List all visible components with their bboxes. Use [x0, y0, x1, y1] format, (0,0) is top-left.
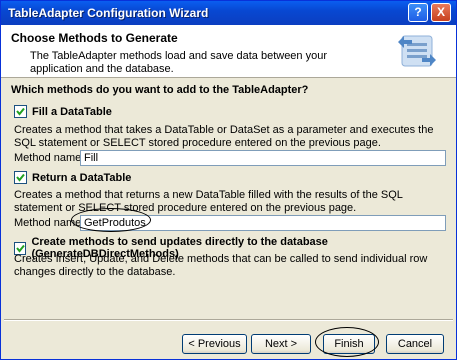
return-datatable-option[interactable]: Return a DataTable [14, 171, 131, 184]
return-datatable-label: Return a DataTable [32, 171, 132, 184]
return-method-name-label: Method name: [14, 217, 85, 229]
fill-datatable-description: Creates a method that takes a DataTable … [14, 124, 434, 149]
fill-datatable-label: Fill a DataTable [32, 105, 112, 118]
window-title: TableAdapter Configuration Wizard [8, 6, 209, 20]
finish-button[interactable]: Finish [323, 334, 375, 354]
fill-method-name-input[interactable]: Fill [80, 150, 446, 166]
fill-method-name-label: Method name: [14, 152, 85, 164]
check-icon [16, 244, 25, 253]
previous-button[interactable]: < Previous [182, 334, 247, 354]
fill-datatable-checkbox[interactable] [14, 105, 27, 118]
close-button[interactable]: X [431, 3, 451, 22]
return-datatable-description: Creates a method that returns a new Data… [14, 189, 403, 214]
direct-methods-description: Creates Insert, Update, and Delete metho… [14, 253, 428, 278]
next-button[interactable]: Next > [251, 334, 311, 354]
page-title: Choose Methods to Generate [11, 31, 178, 45]
page-description: The TableAdapter methods load and save d… [30, 50, 327, 75]
help-button[interactable]: ? [408, 3, 428, 22]
fill-datatable-option[interactable]: Fill a DataTable [14, 105, 112, 118]
wizard-window: TableAdapter Configuration Wizard ? X Ch… [0, 0, 457, 360]
cancel-button[interactable]: Cancel [386, 334, 444, 354]
question-heading: Which methods do you want to add to the … [11, 84, 309, 96]
footer-divider [4, 319, 453, 321]
return-datatable-checkbox[interactable] [14, 171, 27, 184]
check-icon [16, 173, 25, 182]
wizard-content: Which methods do you want to add to the … [1, 79, 456, 319]
title-bar[interactable]: TableAdapter Configuration Wizard ? X [1, 1, 456, 25]
wizard-database-icon [398, 35, 436, 67]
return-method-name-input[interactable]: GetProdutos [80, 215, 446, 231]
check-icon [16, 107, 25, 116]
wizard-header: Choose Methods to Generate The TableAdap… [1, 25, 456, 78]
